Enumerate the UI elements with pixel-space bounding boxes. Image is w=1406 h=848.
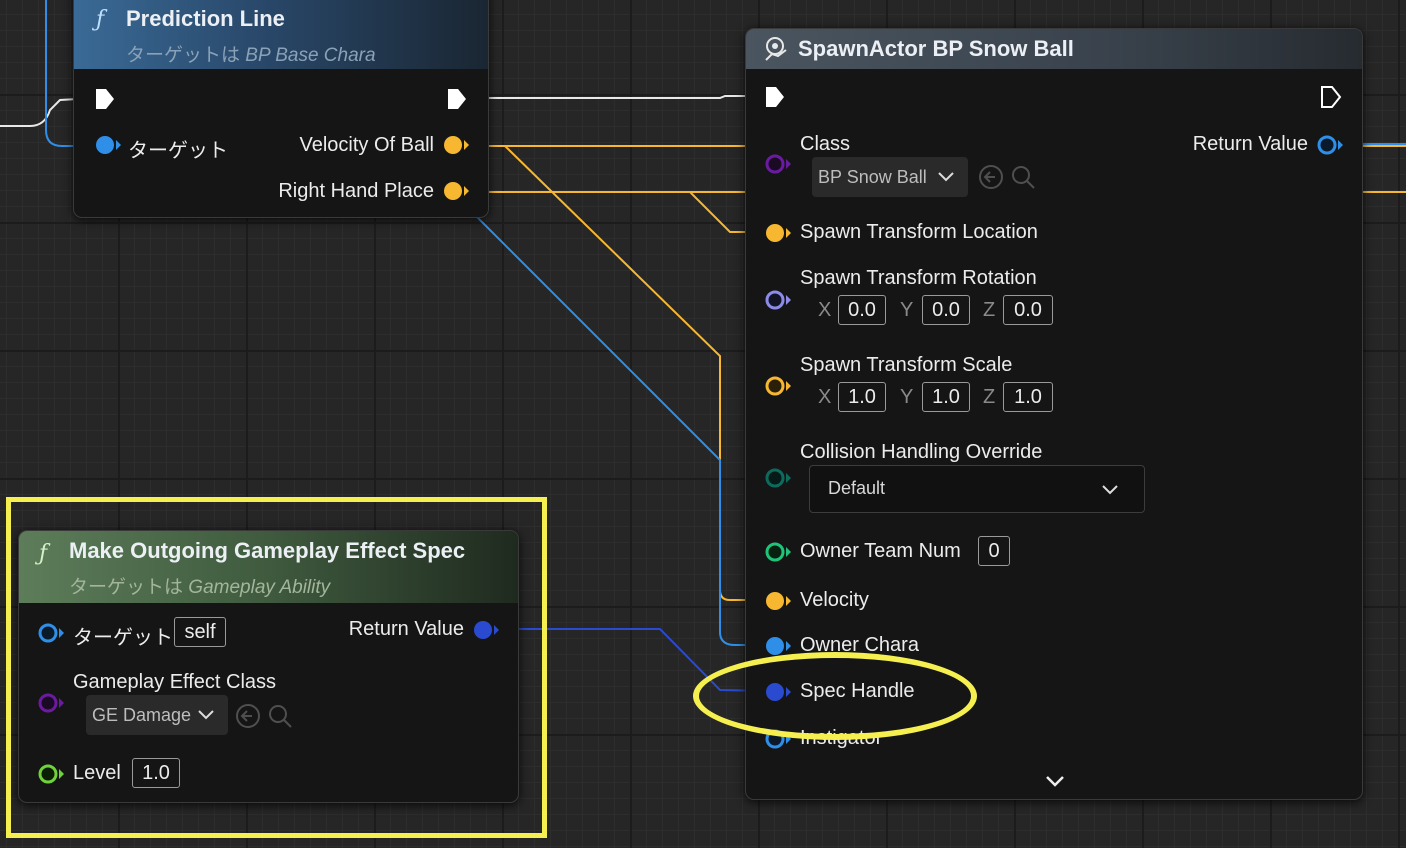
rotation-z-field[interactable]: 0.0 xyxy=(1003,295,1053,325)
node-title: SpawnActor BP Snow Ball xyxy=(798,36,1074,61)
browse-search-icon[interactable] xyxy=(1010,164,1036,190)
scale-z-field[interactable]: 1.0 xyxy=(1003,382,1053,412)
velocity-of-ball-label: Velocity Of Ball xyxy=(299,134,434,156)
wire-exec-out xyxy=(470,95,766,99)
class-value: BP Snow Ball xyxy=(818,167,927,187)
right-hand-place-pin[interactable] xyxy=(442,180,470,202)
collision-override-dropdown[interactable]: Default xyxy=(809,465,1145,513)
function-icon: ƒ xyxy=(96,7,105,32)
owner-team-field[interactable]: 0 xyxy=(978,536,1010,566)
target-label: ターゲット xyxy=(128,140,228,162)
exec-in-pin[interactable] xyxy=(764,85,786,109)
chevron-down-icon xyxy=(1102,485,1118,495)
spawn-actor-icon xyxy=(765,37,787,61)
spawn-rotation-label: Spawn Transform Rotation xyxy=(800,267,1037,289)
wire-hand-to-location xyxy=(468,191,770,233)
node-subtitle: ターゲットは BP Base Chara xyxy=(126,45,376,66)
collision-override-value: Default xyxy=(828,478,886,498)
velocity-of-ball-pin[interactable] xyxy=(442,134,470,156)
scale-y-field[interactable]: 1.0 xyxy=(922,382,970,412)
spawn-location-pin[interactable] xyxy=(764,222,792,244)
spawn-scale-label: Spawn Transform Scale xyxy=(800,354,1013,376)
spawn-location-label: Spawn Transform Location xyxy=(800,221,1038,243)
node-title: Prediction Line xyxy=(126,6,285,31)
rotation-z-axis: Z xyxy=(983,299,996,321)
collision-override-label: Collision Handling Override xyxy=(800,441,1043,463)
exec-out-pin[interactable] xyxy=(446,87,468,111)
collision-override-pin[interactable] xyxy=(764,467,792,489)
exec-in-pin[interactable] xyxy=(94,87,116,111)
highlight-rectangle xyxy=(6,497,547,838)
spawn-rotation-pin[interactable] xyxy=(764,289,792,311)
rotation-x-axis: X xyxy=(818,299,832,321)
return-value-label: Return Value xyxy=(1192,133,1308,155)
prediction-line-node[interactable]: ƒ Prediction Line ターゲットは BP Base Chara タ… xyxy=(73,0,489,218)
scale-z-axis: Z xyxy=(983,386,996,408)
class-label: Class xyxy=(800,133,851,155)
owner-team-pin[interactable] xyxy=(764,541,792,563)
use-selected-icon[interactable] xyxy=(978,164,1004,190)
spawn-scale-pin[interactable] xyxy=(764,375,792,397)
highlight-oval xyxy=(693,652,977,740)
velocity-label: Velocity xyxy=(800,589,869,611)
velocity-pin[interactable] xyxy=(764,590,792,612)
scale-x-axis: X xyxy=(818,386,832,408)
exec-out-pin[interactable] xyxy=(1320,85,1342,109)
rotation-x-field[interactable]: 0.0 xyxy=(838,295,886,325)
owner-team-label: Owner Team Num xyxy=(800,540,961,562)
class-combo[interactable]: BP Snow Ball xyxy=(812,157,968,197)
return-value-pin[interactable] xyxy=(1316,134,1344,156)
class-pin[interactable] xyxy=(764,153,792,175)
scale-y-axis: Y xyxy=(900,386,914,408)
target-pin[interactable] xyxy=(94,134,122,156)
right-hand-place-label: Right Hand Place xyxy=(278,180,434,202)
chevron-down-icon xyxy=(938,172,954,182)
chevron-down-icon[interactable] xyxy=(1044,773,1066,789)
rotation-y-axis: Y xyxy=(900,299,914,321)
rotation-y-field[interactable]: 0.0 xyxy=(922,295,970,325)
scale-x-field[interactable]: 1.0 xyxy=(838,382,886,412)
